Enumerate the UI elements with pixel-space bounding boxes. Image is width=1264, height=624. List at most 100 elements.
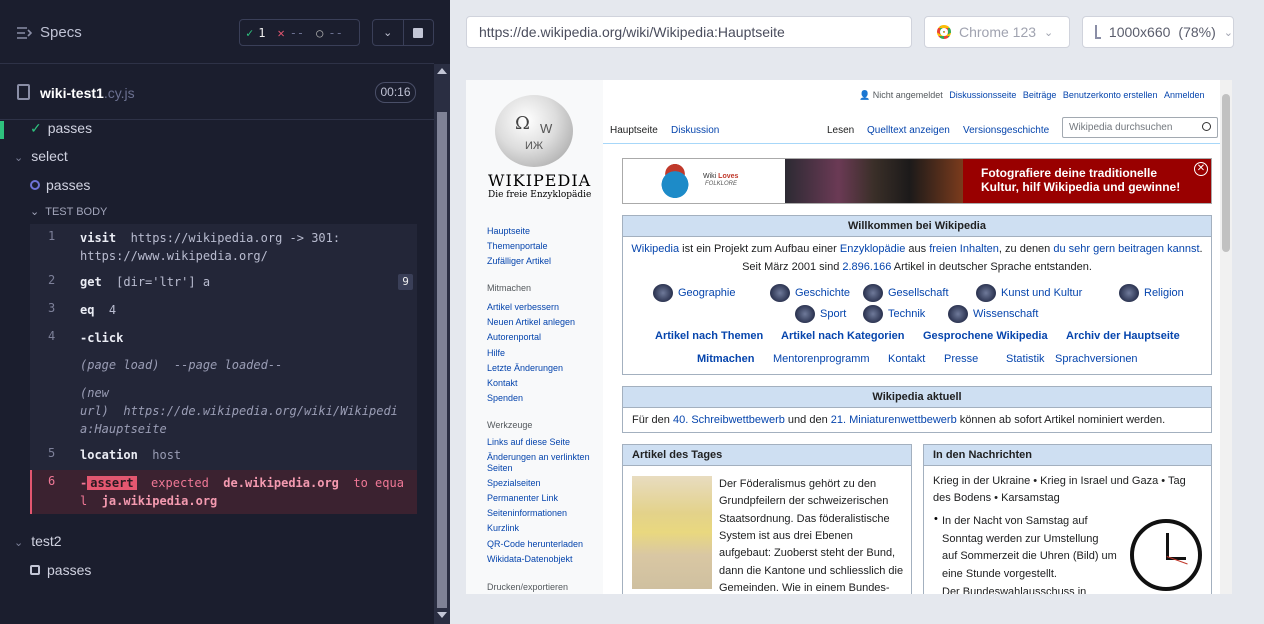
viewport-info[interactable]: 1000x660 (78%) ⌄ bbox=[1082, 16, 1234, 48]
portal-geschichte[interactable]: Geschichte bbox=[770, 284, 850, 302]
test-passes-1[interactable]: ✓ passes bbox=[30, 120, 92, 137]
welcome-link2-5[interactable]: Statistik bbox=[1006, 353, 1045, 365]
nav-link-mitmachen-4[interactable]: Hilfe bbox=[487, 348, 597, 359]
chevron-down-icon[interactable]: ⌄ bbox=[373, 20, 404, 45]
portal-label: Wissenschaft bbox=[973, 308, 1039, 320]
portal-kunst-und-kultur[interactable]: Kunst und Kultur bbox=[976, 284, 1082, 302]
welcome-link-1[interactable]: Artikel nach Themen bbox=[655, 330, 763, 342]
welcome-link2-6[interactable]: Sprachversionen bbox=[1055, 353, 1138, 365]
aktuell-title: Wikipedia aktuell bbox=[623, 387, 1211, 408]
command-name: visit bbox=[80, 231, 117, 245]
tab-diskussion[interactable]: Diskussion bbox=[671, 125, 719, 136]
talk-link[interactable]: Diskussionsseite bbox=[949, 90, 1016, 100]
nav-link-werkzeuge-4[interactable]: Permanenter Link bbox=[487, 493, 597, 504]
nav-link-2[interactable]: Themenportale bbox=[487, 241, 597, 252]
command-eq[interactable]: 3 eq 4 bbox=[30, 301, 417, 321]
nav-link-1[interactable]: Hauptseite bbox=[487, 226, 597, 237]
file-extension: .cy.js bbox=[103, 85, 135, 101]
tab-versionsgeschichte[interactable]: Versionsgeschichte bbox=[963, 125, 1049, 136]
portal-religion[interactable]: Religion bbox=[1119, 284, 1184, 302]
wiki-search-input[interactable]: Wikipedia durchsuchen bbox=[1062, 117, 1218, 138]
event-page-load[interactable]: (page load) --page loaded-- bbox=[30, 356, 417, 376]
scroll-up-arrow-icon[interactable] bbox=[437, 68, 447, 74]
test-body-header[interactable]: ⌄ TEST BODY bbox=[30, 205, 107, 218]
encyclopedia-link[interactable]: Enzyklopädie bbox=[840, 243, 905, 255]
passed-stat: ✓ 1 bbox=[240, 26, 271, 40]
tab-lesen[interactable]: Lesen bbox=[827, 125, 854, 136]
command-location[interactable]: 5 location host bbox=[30, 446, 417, 466]
writing-contest-link[interactable]: 40. Schreibwettbewerb bbox=[673, 414, 785, 426]
nav-link-mitmachen-6[interactable]: Kontakt bbox=[487, 378, 597, 389]
nav-link-werkzeuge-6[interactable]: Kurzlink bbox=[487, 523, 597, 534]
welcome-link2-1[interactable]: Mitmachen bbox=[697, 353, 754, 365]
check-icon: ✓ bbox=[246, 25, 254, 40]
command-visit[interactable]: 1 visit https://wikipedia.org -> 301: ht… bbox=[30, 229, 417, 269]
close-icon[interactable]: ✕ bbox=[1194, 162, 1208, 176]
welcome-link-2[interactable]: Artikel nach Kategorien bbox=[781, 330, 904, 342]
portal-technik[interactable]: Technik bbox=[863, 305, 925, 323]
test-passes-3[interactable]: passes bbox=[30, 562, 91, 578]
portal-geographie[interactable]: Geographie bbox=[653, 284, 736, 302]
portal-wissenschaft[interactable]: Wissenschaft bbox=[948, 305, 1038, 323]
nav-link-werkzeuge-8[interactable]: Wikidata-Datenobjekt bbox=[487, 554, 597, 565]
command-click[interactable]: 4 -click bbox=[30, 329, 417, 349]
create-account-link[interactable]: Benutzerkonto erstellen bbox=[1063, 90, 1158, 100]
news-topics-line-1[interactable]: Krieg in der Ukraine • Krieg in Israel u… bbox=[933, 473, 1186, 490]
welcome-link-4[interactable]: Archiv der Hauptseite bbox=[1066, 330, 1180, 342]
news-line: eine Stunde vorgestellt. bbox=[942, 567, 1057, 580]
wikipedia-link[interactable]: Wikipedia bbox=[631, 243, 679, 255]
nav-link-mitmachen-1[interactable]: Artikel verbessern bbox=[487, 302, 597, 313]
test-passes-2[interactable]: passes bbox=[30, 177, 90, 193]
welcome-link2-2[interactable]: Mentorenprogramm bbox=[773, 353, 870, 365]
nav-link-werkzeuge-1[interactable]: Links auf diese Seite bbox=[487, 437, 597, 448]
suite-select[interactable]: ⌄ select bbox=[14, 148, 68, 164]
aut-url-bar[interactable]: https://de.wikipedia.org/wiki/Wikipedia:… bbox=[466, 16, 912, 48]
portal-icon bbox=[795, 305, 815, 323]
tab-hauptseite[interactable]: Hauptseite bbox=[610, 125, 658, 136]
login-link[interactable]: Anmelden bbox=[1164, 90, 1205, 100]
specs-toggle[interactable]: Specs bbox=[16, 24, 82, 41]
contributions-link[interactable]: Beiträge bbox=[1023, 90, 1057, 100]
nav-link-mitmachen-3[interactable]: Autorenportal bbox=[487, 332, 597, 343]
pending-circle-icon: ○ bbox=[316, 25, 324, 40]
tages-line: dann die Kantone und schliesslich die bbox=[719, 564, 904, 577]
suite-test2[interactable]: ⌄ test2 bbox=[14, 533, 62, 549]
nav-link-mitmachen-7[interactable]: Spenden bbox=[487, 393, 597, 404]
nav-link-mitmachen-5[interactable]: Letzte Änderungen bbox=[487, 363, 597, 374]
stop-icon[interactable] bbox=[404, 20, 434, 45]
nav-link-3[interactable]: Zufälliger Artikel bbox=[487, 256, 597, 267]
portal-gesellschaft[interactable]: Gesellschaft bbox=[863, 284, 949, 302]
miniature-contest-link[interactable]: 21. Miniaturenwettbewerb bbox=[831, 414, 957, 426]
tab-bar bbox=[603, 143, 1232, 144]
nav-link-werkzeuge-7[interactable]: QR-Code herunterladen bbox=[487, 539, 597, 550]
wiki-scrollbar-thumb[interactable] bbox=[1222, 94, 1230, 252]
nav-link-werkzeuge-3[interactable]: Spezialseiten bbox=[487, 478, 597, 489]
news-topics-line-2[interactable]: des Bodens • Karsamstag bbox=[933, 490, 1060, 507]
contribute-link[interactable]: du sehr gern beitragen kannst bbox=[1053, 243, 1199, 255]
clock-icon bbox=[1130, 519, 1202, 591]
article-count-link[interactable]: 2.896.166 bbox=[842, 261, 891, 273]
tages-line: Gemeinden. Wie in einem Bundes- bbox=[719, 581, 890, 594]
nav-link-werkzeuge-5[interactable]: Seiteninformationen bbox=[487, 508, 597, 519]
nav-link-werkzeuge-2[interactable]: Änderungen an verlinkten Seiten bbox=[487, 452, 597, 474]
assert-actual: de.wikipedia.org bbox=[223, 476, 339, 490]
scrollbar-thumb[interactable] bbox=[437, 112, 447, 608]
nachrichten-box: In den Nachrichten Krieg in der Ukraine … bbox=[923, 444, 1212, 594]
scroll-down-arrow-icon[interactable] bbox=[437, 612, 447, 618]
nav-link-mitmachen-2[interactable]: Neuen Artikel anlegen bbox=[487, 317, 597, 328]
portal-label: Geschichte bbox=[795, 287, 851, 299]
tab-quelltext[interactable]: Quelltext anzeigen bbox=[867, 125, 950, 136]
browser-selector[interactable]: Chrome 123 ⌄ bbox=[924, 16, 1070, 48]
portal-sport[interactable]: Sport bbox=[795, 305, 846, 323]
search-icon[interactable] bbox=[1202, 122, 1211, 131]
event-new-url[interactable]: (new url) https://de.wikipedia.org/wiki/… bbox=[30, 384, 417, 440]
user-icon: 👤 bbox=[859, 90, 871, 100]
free-content-link[interactable]: freien Inhalten bbox=[929, 243, 999, 255]
swiss-map-image[interactable] bbox=[632, 476, 712, 589]
welcome-link2-4[interactable]: Presse bbox=[944, 353, 978, 365]
welcome-link2-3[interactable]: Kontakt bbox=[888, 353, 925, 365]
wlf-banner[interactable]: Wiki Loves FOLKLORE Fotografiere deine t… bbox=[622, 158, 1212, 204]
command-assert-failed[interactable]: 6 - assert expected de.wikipedia.org to e… bbox=[30, 470, 417, 514]
command-get[interactable]: 2 get [dir='ltr'] a 9 bbox=[30, 273, 417, 293]
welcome-link-3[interactable]: Gesprochene Wikipedia bbox=[923, 330, 1048, 342]
